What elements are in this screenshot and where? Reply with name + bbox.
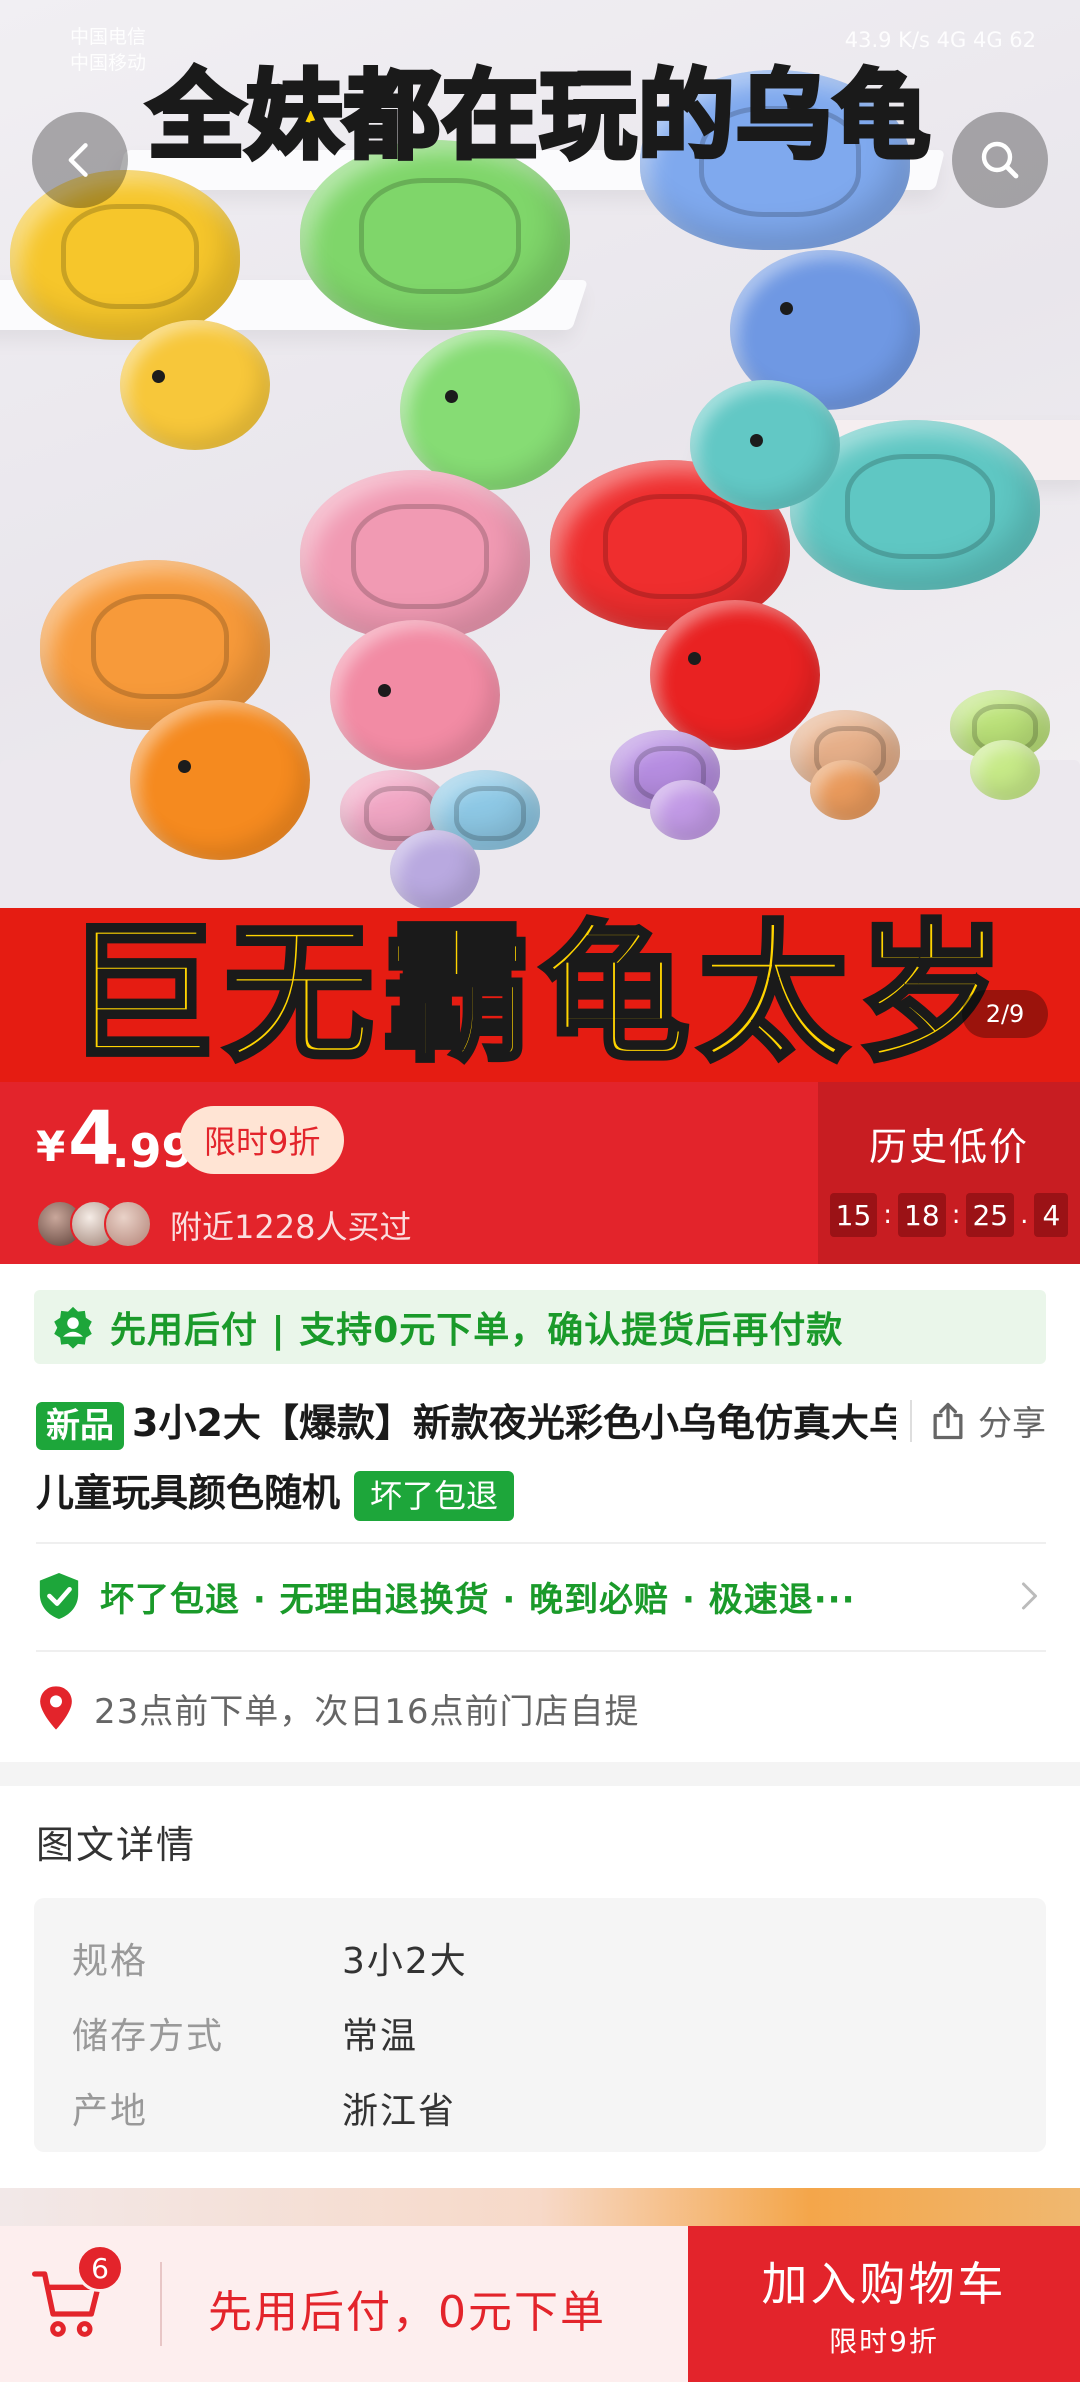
- product-image-carousel[interactable]: 中国电信 中国移动 43.9 K/s 4G 4G 62 全妹都在玩的乌龟 巨无霸…: [0, 0, 1080, 1082]
- buyers-count-text: 附近1228人买过: [170, 1208, 412, 1246]
- spec-key: 产地: [72, 2090, 149, 2132]
- turtle-yellow: [0, 170, 300, 450]
- search-button[interactable]: [952, 112, 1048, 208]
- chevron-left-icon: [68, 143, 88, 177]
- return-tag: 坏了包退: [354, 1470, 515, 1521]
- pay-later-notice[interactable]: 先用后付 | 支持0元下单，确认提货后再付款: [34, 1290, 1046, 1364]
- divider: [36, 1650, 1046, 1652]
- buyer-avatars: [36, 1200, 156, 1248]
- turtle-lime: [940, 690, 1080, 810]
- share-icon: [933, 1402, 963, 1439]
- lowest-price-panel: 历史低价 15 : 18 : 25 . 4: [818, 1082, 1080, 1264]
- cart-count-badge: 6: [76, 2244, 124, 2292]
- spec-row: 规格 3小2大: [72, 1920, 1046, 1995]
- image-page-indicator: 2/9: [962, 990, 1048, 1038]
- countdown-minutes: 18: [898, 1193, 946, 1237]
- guarantee-row[interactable]: 坏了包退 · 无理由退换货 · 晚到必赔 · 极速退···: [36, 1560, 1046, 1632]
- search-icon: [981, 141, 1019, 179]
- turtle-teal: [690, 380, 1050, 660]
- turtle-orange: [0, 560, 330, 860]
- spec-key: 储存方式: [72, 2015, 225, 2057]
- share-divider: [910, 1399, 912, 1442]
- lowest-price-label: 历史低价: [868, 1125, 1029, 1169]
- turtle-green: [270, 140, 600, 490]
- bottom-action-bar: 6 先用后付，0元下单 加入购物车 限时9折: [0, 2226, 1080, 2382]
- share-button[interactable]: 分享: [896, 1396, 1046, 1445]
- divider: [36, 1542, 1046, 1544]
- spec-value: 3小2大: [342, 1940, 468, 1982]
- price-currency: ¥: [36, 1122, 66, 1171]
- price-section: ¥ 4 .99 限时9折 附近1228人买过: [0, 1082, 818, 1264]
- turtle-lavender: [340, 770, 540, 910]
- countdown-timer: 15 : 18 : 25 . 4: [829, 1193, 1069, 1237]
- spec-value: 浙江省: [342, 2090, 457, 2132]
- detail-image-preview: [0, 2188, 1080, 2228]
- chevron-right-icon: [1022, 1582, 1037, 1610]
- hero-banner: 巨无霸龟太岁: [0, 908, 1080, 1082]
- badge-user-icon: [54, 1306, 92, 1349]
- add-to-cart-label: 加入购物车: [761, 2257, 1007, 2311]
- new-tag: 新品: [36, 1401, 124, 1450]
- cart-button[interactable]: 6: [28, 2244, 124, 2346]
- guarantee-text: 坏了包退 · 无理由退换货 · 晚到必赔 · 极速退···: [100, 1579, 856, 1620]
- spec-key: 规格: [72, 1940, 149, 1982]
- pickup-text: 23点前下单，次日16点前门店自提: [94, 1691, 640, 1732]
- product-page: 中国电信 中国移动 43.9 K/s 4G 4G 62 全妹都在玩的乌龟 巨无霸…: [0, 0, 1080, 2382]
- avatar: [104, 1200, 152, 1248]
- add-to-cart-button[interactable]: 加入购物车 限时9折: [688, 2226, 1080, 2382]
- section-gap: [0, 1762, 1080, 1786]
- add-to-cart-sublabel: 限时9折: [829, 2325, 939, 2358]
- product-title-block: 新品 3小2大【爆款】新款夜光彩色小乌龟仿真大乌龟摆件儿童玩具颜色随机 坏了包退 分…: [36, 1388, 1046, 1528]
- pay-later-text: 先用后付 | 支持0元下单，确认提货后再付款: [110, 1310, 844, 1351]
- product-title-text: 3小2大【爆款】新款夜光彩色小乌龟仿真大乌龟摆件儿童玩具颜色随机: [36, 1401, 1021, 1515]
- turtle-amber: [780, 710, 920, 830]
- countdown-seconds: 25: [966, 1193, 1015, 1237]
- spec-row: 储存方式 常温: [72, 1995, 1046, 2070]
- spec-row: 产地 浙江省: [72, 2070, 1046, 2145]
- location-pin-icon: [40, 1686, 72, 1730]
- pickup-row: 23点前下单，次日16点前门店自提: [36, 1672, 1046, 1744]
- price-bar: ¥ 4 .99 限时9折 附近1228人买过 历史低价 15 : 18 : 25…: [0, 1082, 1080, 1264]
- back-button[interactable]: [32, 112, 128, 208]
- turtle-purple: [600, 730, 740, 850]
- discount-tag: 限时9折: [180, 1106, 345, 1174]
- pay-later-button[interactable]: 先用后付，0元下单: [208, 2276, 606, 2340]
- shield-check-icon: [39, 1573, 79, 1619]
- share-label: 分享: [978, 1404, 1046, 1444]
- hero-banner-text: 巨无霸龟太岁: [63, 908, 1014, 1082]
- hero-title: 全妹都在玩的乌龟: [146, 58, 933, 175]
- countdown-tenths: 4: [1034, 1193, 1069, 1237]
- countdown-hours: 15: [829, 1193, 878, 1237]
- product-title: 新品 3小2大【爆款】新款夜光彩色小乌龟仿真大乌龟摆件儿童玩具颜色随机 坏了包退: [36, 1388, 1046, 1528]
- spec-table: 规格 3小2大 储存方式 常温 产地 浙江省: [34, 1898, 1046, 2152]
- bar-divider: [160, 2262, 162, 2346]
- spec-value: 常温: [342, 2015, 419, 2057]
- details-title: 图文详情: [36, 1823, 197, 1867]
